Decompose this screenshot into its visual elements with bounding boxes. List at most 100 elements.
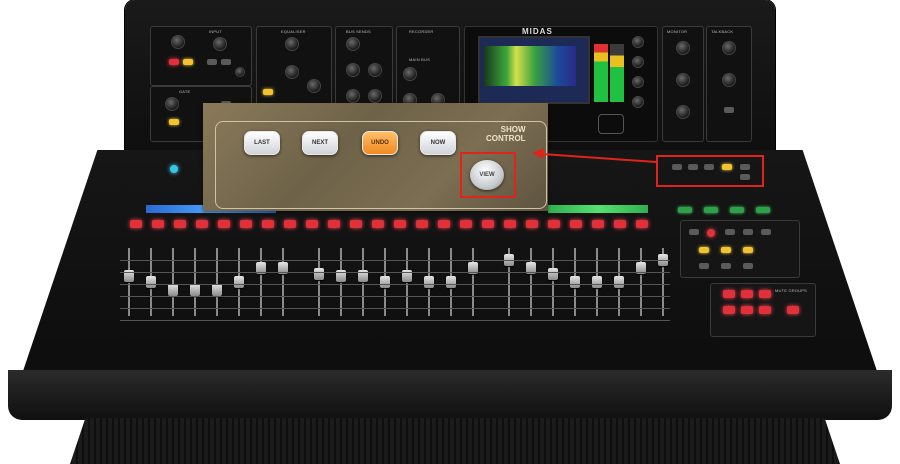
phones-level-knob[interactable] (676, 73, 690, 87)
channel-mute-button[interactable] (570, 220, 582, 228)
green-button-3[interactable] (730, 207, 744, 213)
channel-mute-button[interactable] (614, 220, 626, 228)
mute-group-7[interactable] (787, 306, 799, 314)
master-grey-row-3[interactable] (743, 263, 753, 269)
channel-fader[interactable] (190, 284, 200, 296)
green-button-2[interactable] (704, 207, 718, 213)
channel-fader[interactable] (570, 276, 580, 288)
bus-send-knob-4[interactable] (346, 89, 360, 103)
green-button-1[interactable] (678, 207, 692, 213)
input-panel: INPUT (150, 26, 252, 86)
channel-mute-button[interactable] (262, 220, 274, 228)
master-yellow-1[interactable] (699, 247, 709, 253)
channel-mute-button[interactable] (218, 220, 230, 228)
console-image: INPUT GATE EQUALISER BUS SENDS RECORDER … (0, 0, 900, 464)
mute-button-row (130, 220, 660, 230)
channel-fader[interactable] (424, 276, 434, 288)
channel-fader[interactable] (446, 276, 456, 288)
gate-panel-label: GATE (179, 89, 191, 94)
input-yellow-button[interactable] (183, 59, 193, 65)
last-button[interactable]: LAST (244, 131, 280, 155)
channel-mute-button[interactable] (416, 220, 428, 228)
bus-send-knob-5[interactable] (368, 89, 382, 103)
monitor-small-knob[interactable] (676, 105, 690, 119)
channel-fader[interactable] (146, 276, 156, 288)
channel-mute-button[interactable] (284, 220, 296, 228)
channel-mute-button[interactable] (482, 220, 494, 228)
main-bus-knob-1[interactable] (403, 67, 417, 81)
input-small-knob[interactable] (235, 67, 245, 77)
channel-fader[interactable] (548, 268, 558, 280)
fader-bank (100, 240, 670, 340)
channel-mute-button[interactable] (526, 220, 538, 228)
nav-pad[interactable] (598, 114, 624, 134)
mute-group-2[interactable] (741, 290, 753, 298)
channel-mute-button[interactable] (394, 220, 406, 228)
now-button[interactable]: NOW (420, 131, 456, 155)
channel-mute-button[interactable] (592, 220, 604, 228)
input-red-button[interactable] (169, 59, 179, 65)
channel-mute-button[interactable] (130, 220, 142, 228)
channel-mute-button[interactable] (636, 220, 648, 228)
talkback-button[interactable] (724, 107, 734, 113)
input-grey-button-1[interactable] (207, 59, 217, 65)
channel-mute-button[interactable] (438, 220, 450, 228)
eq-knob-2[interactable] (285, 65, 299, 79)
master-button-4[interactable] (761, 229, 771, 235)
view-highlight-box (460, 152, 516, 198)
channel-mute-button[interactable] (548, 220, 560, 228)
channel-mute-button[interactable] (460, 220, 472, 228)
channel-fader[interactable] (592, 276, 602, 288)
channel-fader[interactable] (314, 268, 324, 280)
bus-send-knob-3[interactable] (368, 63, 382, 77)
mute-group-6[interactable] (759, 306, 771, 314)
undo-button[interactable]: UNDO (362, 131, 398, 155)
bus-send-knob-2[interactable] (346, 63, 360, 77)
gain-knob[interactable] (171, 35, 185, 49)
next-button[interactable]: NEXT (302, 131, 338, 155)
channel-fader[interactable] (212, 284, 222, 296)
master-button-3[interactable] (743, 229, 753, 235)
eq-yellow-button[interactable] (263, 89, 273, 95)
talkback-level-knob[interactable] (722, 73, 736, 87)
gate-yellow-button[interactable] (169, 119, 179, 125)
channel-fader[interactable] (380, 276, 390, 288)
master-button-2[interactable] (725, 229, 735, 235)
channel-mute-button[interactable] (174, 220, 186, 228)
show-control-title: SHOW CONTROL (486, 125, 526, 143)
screen-knob-4[interactable] (632, 96, 644, 108)
screen-knob-2[interactable] (632, 56, 644, 68)
master-button-1[interactable] (689, 229, 699, 235)
master-grey-row-2[interactable] (721, 263, 731, 269)
channel-mute-button[interactable] (152, 220, 164, 228)
monitor-panel-label: MONITOR (667, 29, 688, 34)
channel-mute-button[interactable] (350, 220, 362, 228)
eq-knob-3[interactable] (307, 79, 321, 93)
channel-mute-button[interactable] (504, 220, 516, 228)
master-yellow-3[interactable] (743, 247, 753, 253)
channel-mute-button[interactable] (240, 220, 252, 228)
gate-threshold-knob[interactable] (165, 97, 179, 111)
monitor-level-knob[interactable] (676, 41, 690, 55)
eq-knob-1[interactable] (285, 37, 299, 51)
console-highlight-box (656, 155, 764, 187)
screen-knob-1[interactable] (632, 36, 644, 48)
channel-mute-button[interactable] (328, 220, 340, 228)
bus-send-knob-1[interactable] (346, 37, 360, 51)
channel-fader[interactable] (614, 276, 624, 288)
mute-group-5[interactable] (741, 306, 753, 314)
input-grey-button-2[interactable] (221, 59, 231, 65)
mute-group-4[interactable] (723, 306, 735, 314)
channel-mute-button[interactable] (196, 220, 208, 228)
channel-fader[interactable] (168, 284, 178, 296)
green-button-4[interactable] (756, 207, 770, 213)
channel-mute-button[interactable] (372, 220, 384, 228)
screen-knob-3[interactable] (632, 76, 644, 88)
mute-group-1[interactable] (723, 290, 735, 298)
mute-group-3[interactable] (759, 290, 771, 298)
master-yellow-2[interactable] (721, 247, 731, 253)
channel-mute-button[interactable] (306, 220, 318, 228)
trim-knob[interactable] (213, 37, 227, 51)
master-grey-row-1[interactable] (699, 263, 709, 269)
channel-fader[interactable] (234, 276, 244, 288)
